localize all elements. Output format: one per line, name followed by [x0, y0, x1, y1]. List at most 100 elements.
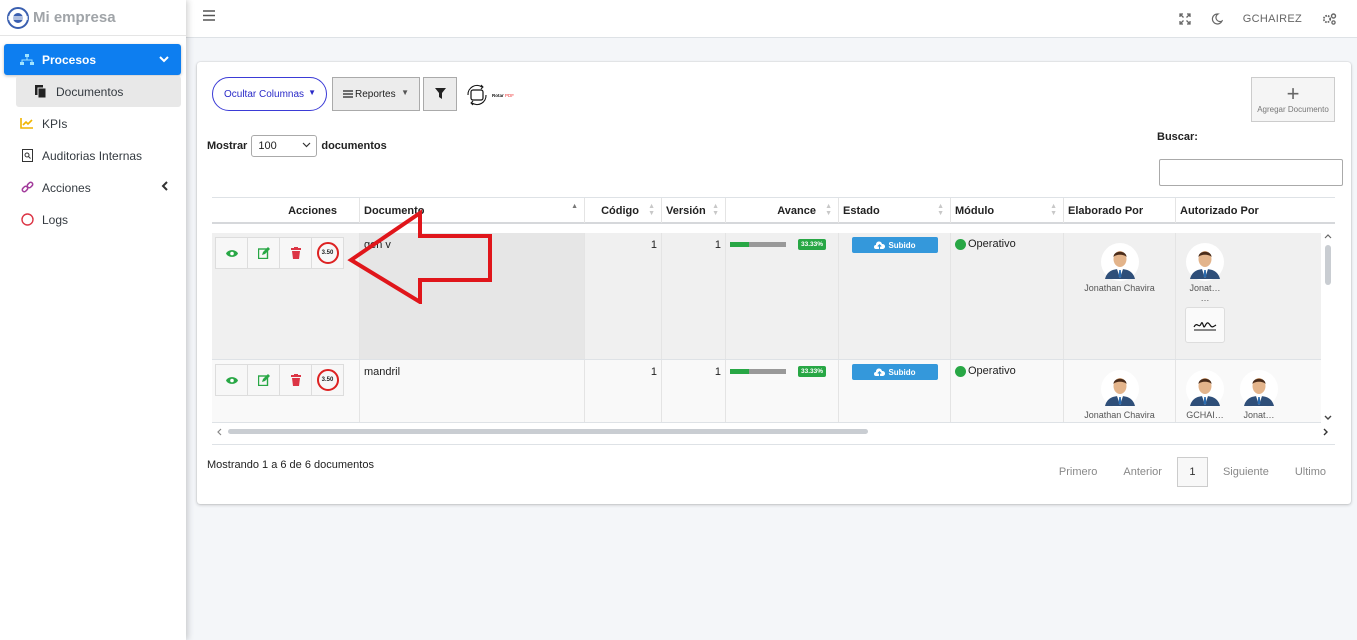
ellipsis-text: … — [1200, 293, 1210, 303]
version-badge-button[interactable]: 3.50 — [311, 364, 344, 396]
documents-card: Ocultar Columnas ▼ Reportes ▼ Rotar PDF … — [197, 62, 1351, 504]
caret-down-icon: ▼ — [308, 88, 316, 97]
horizontal-scrollbar[interactable] — [212, 426, 1335, 438]
rotate-pdf-button[interactable]: Rotar PDF — [464, 82, 514, 108]
sidebar-item-logs[interactable]: Logs — [4, 204, 181, 235]
col-avance[interactable]: Avance ▲ ▼ — [726, 198, 839, 223]
sidebar-item-auditorias[interactable]: Auditorias Internas — [4, 140, 181, 171]
page-last-button[interactable]: Ultimo — [1282, 466, 1339, 478]
view-button[interactable] — [215, 364, 248, 396]
sidebar-item-kpis[interactable]: KPIs — [4, 108, 181, 139]
header-label: Estado — [843, 204, 880, 217]
version-badge-button[interactable]: 3.50 — [311, 237, 344, 269]
avatar — [1240, 370, 1278, 408]
vertical-scrollbar[interactable] — [1321, 233, 1335, 423]
status-dot-icon — [955, 239, 966, 250]
plus-icon: + — [1286, 81, 1300, 106]
col-acciones[interactable]: Acciones — [212, 198, 360, 223]
table-header: Acciones Documento ▲ Código ▲ ▼ Versión ▲ ▼ A… — [212, 197, 1335, 224]
signature-button[interactable] — [1185, 307, 1225, 343]
user-avatar-card[interactable]: GCHAI… — [1185, 370, 1225, 422]
settings-icon[interactable] — [1322, 13, 1337, 25]
document-cell[interactable]: gen v — [360, 233, 585, 359]
authorized-by-cell: Jonat… … — [1176, 233, 1321, 359]
page-length-select[interactable]: 100 — [251, 135, 318, 157]
sitemap-icon — [18, 53, 36, 66]
hide-columns-button[interactable]: Ocultar Columnas ▼ — [212, 77, 327, 111]
rotate-pdf-label: Rotar PDF — [492, 93, 514, 98]
view-button[interactable] — [215, 237, 248, 269]
status-label: Subido — [888, 367, 916, 377]
user-avatar-card[interactable]: Jonathan Chavira — [1064, 370, 1175, 420]
col-autorizado[interactable]: Autorizado Por — [1176, 198, 1335, 223]
hide-columns-label: Ocultar Columnas — [224, 88, 305, 100]
sort-icon: ▲ ▼ — [648, 203, 655, 217]
scrollbar-thumb[interactable] — [228, 429, 868, 434]
col-documento[interactable]: Documento ▲ — [360, 198, 585, 223]
menu-icon[interactable] — [203, 10, 215, 24]
filter-button[interactable] — [423, 77, 457, 111]
moon-icon[interactable] — [1211, 13, 1223, 25]
search-input[interactable] — [1159, 159, 1343, 186]
col-modulo[interactable]: Módulo ▲ ▼ — [951, 198, 1064, 223]
user-avatar-card[interactable]: Jonat… … — [1185, 243, 1225, 303]
chevron-left-icon — [161, 180, 169, 194]
header-label: Código — [601, 204, 639, 217]
module-label: Operativo — [968, 238, 1016, 250]
code-value: 1 — [650, 239, 657, 251]
status-badge[interactable]: Subido — [852, 237, 938, 253]
status-dot-icon — [955, 366, 966, 377]
user-menu[interactable]: GCHAIREZ — [1243, 13, 1302, 25]
col-version[interactable]: Versión ▲ ▼ — [662, 198, 726, 223]
divider — [212, 444, 1335, 445]
page-first-button[interactable]: Primero — [1046, 466, 1111, 478]
sidebar-item-procesos[interactable]: Procesos — [4, 44, 181, 75]
fullscreen-icon[interactable] — [1179, 13, 1191, 25]
filter-icon — [434, 88, 446, 100]
search-label: Buscar: — [1157, 131, 1198, 143]
brand[interactable]: Mi empresa — [0, 0, 186, 36]
sidebar-item-acciones[interactable]: Acciones — [4, 172, 181, 203]
documents-table: Acciones Documento ▲ Código ▲ ▼ Versión ▲ ▼ A… — [212, 197, 1335, 423]
user-avatar-card[interactable]: Jonathan Chavira — [1064, 243, 1175, 293]
scrollbar-thumb[interactable] — [1325, 245, 1331, 285]
authorized-by-cell: GCHAI… Jonat… — [1176, 360, 1321, 422]
edit-button[interactable] — [247, 237, 280, 269]
rotate-icon — [464, 83, 490, 107]
col-codigo[interactable]: Código ▲ ▼ — [585, 198, 662, 223]
chevron-down-icon — [302, 140, 311, 152]
header-label: Documento — [364, 204, 425, 217]
delete-button[interactable] — [279, 237, 312, 269]
col-estado[interactable]: Estado ▲ ▼ — [839, 198, 951, 223]
caret-down-icon: ▼ — [401, 88, 409, 97]
header-label: Acciones — [288, 204, 337, 217]
add-document-button[interactable]: + Agregar Documento — [1251, 77, 1335, 122]
bars-icon — [343, 90, 353, 98]
page-prev-button[interactable]: Anterior — [1110, 466, 1175, 478]
eye-icon — [225, 376, 238, 385]
sidebar-item-label: Acciones — [42, 180, 91, 195]
status-badge[interactable]: Subido — [852, 364, 938, 380]
scroll-down-icon[interactable] — [1324, 415, 1332, 421]
reports-button[interactable]: Reportes ▼ — [332, 77, 420, 111]
actions-cell: 3.50 — [212, 233, 360, 359]
sidebar-item-documentos[interactable]: Documentos — [16, 76, 181, 107]
scroll-left-icon[interactable] — [216, 428, 222, 436]
code-cell: 1 — [585, 233, 662, 359]
edit-icon — [257, 247, 270, 259]
scroll-right-icon[interactable] — [1323, 428, 1329, 436]
avatar — [1100, 243, 1139, 281]
delete-button[interactable] — [279, 364, 312, 396]
user-avatar-card[interactable]: Jonat… — [1239, 370, 1279, 422]
scroll-up-icon[interactable] — [1324, 233, 1332, 239]
document-cell[interactable]: mandril — [360, 360, 585, 422]
page-current-button[interactable]: 1 — [1176, 457, 1208, 487]
col-elaborado[interactable]: Elaborado Por — [1064, 198, 1176, 223]
topbar: GCHAIREZ — [186, 0, 1357, 38]
edit-button[interactable] — [247, 364, 280, 396]
eye-icon — [225, 249, 238, 258]
copy-icon — [32, 85, 50, 98]
page-next-button[interactable]: Siguiente — [1210, 466, 1282, 478]
company-logo-icon — [5, 6, 31, 29]
code-value: 1 — [650, 366, 657, 378]
